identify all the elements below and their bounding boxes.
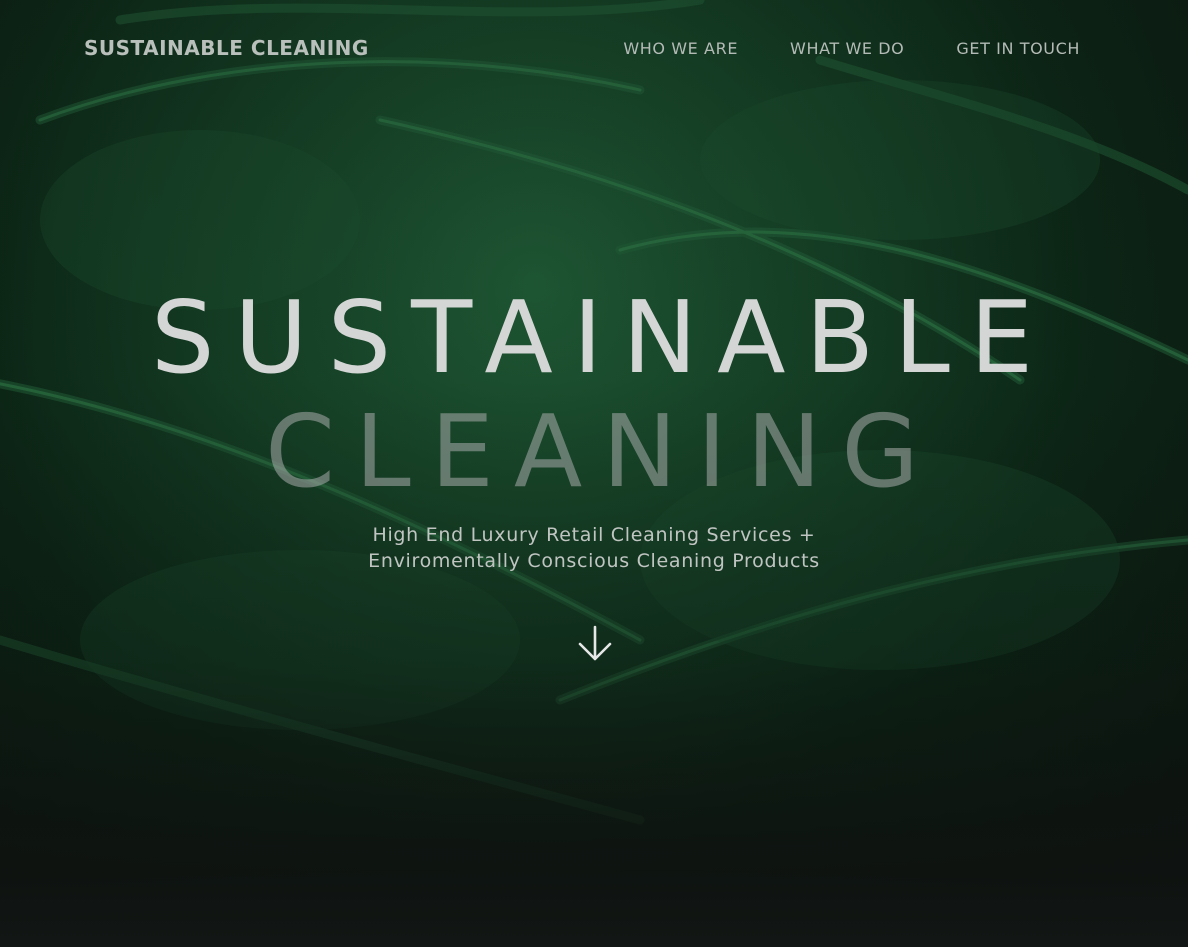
hero-subtitle-line-1: High End Luxury Retail Cleaning Services… xyxy=(372,524,816,546)
arrow-down-icon xyxy=(578,625,612,661)
nav-link-get-in-touch[interactable]: GET IN TOUCH xyxy=(956,39,1080,58)
nav-link-who-we-are[interactable]: WHO WE ARE xyxy=(623,39,738,58)
brand-logo-link[interactable]: SUSTAINABLE CLEANING xyxy=(84,36,369,60)
hero-title-line-2: CLEANING xyxy=(265,393,939,510)
hero-subtitle: High End Luxury Retail Cleaning Services… xyxy=(0,522,1188,574)
hero-section: SUSTAINABLE CLEANING WHO WE ARE WHAT WE … xyxy=(0,0,1188,947)
hero-subtitle-line-2: Enviromentally Conscious Cleaning Produc… xyxy=(368,550,820,572)
scroll-down-button[interactable] xyxy=(576,624,614,664)
main-nav: WHO WE ARE WHAT WE DO GET IN TOUCH xyxy=(623,39,1080,58)
nav-link-what-we-do[interactable]: WHAT WE DO xyxy=(790,39,904,58)
hero-title-line-1: SUSTAINABLE xyxy=(150,279,1054,396)
